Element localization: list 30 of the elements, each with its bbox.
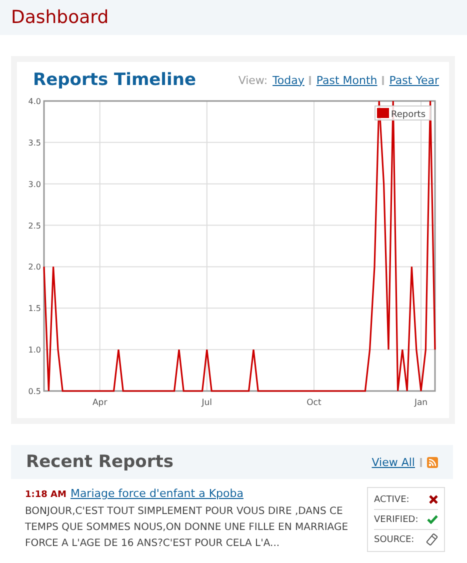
- view-link[interactable]: Past Month: [316, 74, 378, 86]
- report-excerpt: BONJOUR,C'EST TOUT SIMPLEMENT POUR VOUS DIRE ,DANS CE TEMPS QUE SOMMES NOUS,ON DONNE UNE FILLE EN MARRIAGE FORCE A L'AGE DE 16 ANS?C'EST POUR CELA L'A...: [25, 505, 350, 551]
- view-link[interactable]: Past Year: [389, 74, 439, 86]
- legend-label: Reports: [391, 110, 426, 120]
- y-tick-label: 2.5: [28, 221, 41, 230]
- x-tick-label: Oct: [306, 398, 322, 408]
- section-title: Recent Reports: [26, 452, 174, 472]
- y-tick-label: 4.0: [28, 97, 41, 106]
- y-tick-label: 1.0: [28, 346, 41, 355]
- y-tick-label: 2.0: [28, 262, 41, 272]
- status-label: VERIFIED:: [374, 514, 418, 524]
- y-tick-label: 3.5: [28, 138, 41, 148]
- card-title: Reports Timeline: [33, 70, 196, 90]
- y-tick-label: 1.5: [28, 304, 41, 314]
- status-label: SOURCE:: [374, 534, 414, 544]
- x-tick-label: Apr: [92, 398, 108, 408]
- report-title-link[interactable]: Mariage force d'enfant a Kpoba: [70, 487, 244, 500]
- rss-icon[interactable]: [427, 456, 438, 468]
- report-time: 1:18 AM: [25, 490, 66, 500]
- y-tick-label: 0.5: [28, 387, 41, 396]
- x-tick-label: Jan: [414, 398, 428, 408]
- view-label: View:: [238, 74, 268, 86]
- phone-icon: [426, 533, 438, 546]
- view-link[interactable]: Today: [272, 74, 304, 86]
- status-label: ACTIVE:: [374, 494, 410, 504]
- chart-legend: Reports: [374, 106, 432, 120]
- y-tick-label: 3.0: [28, 180, 41, 189]
- view-all-link[interactable]: View All: [372, 456, 415, 468]
- x-tick-label: Jul: [202, 398, 212, 408]
- page-title: Dashboard: [11, 7, 109, 28]
